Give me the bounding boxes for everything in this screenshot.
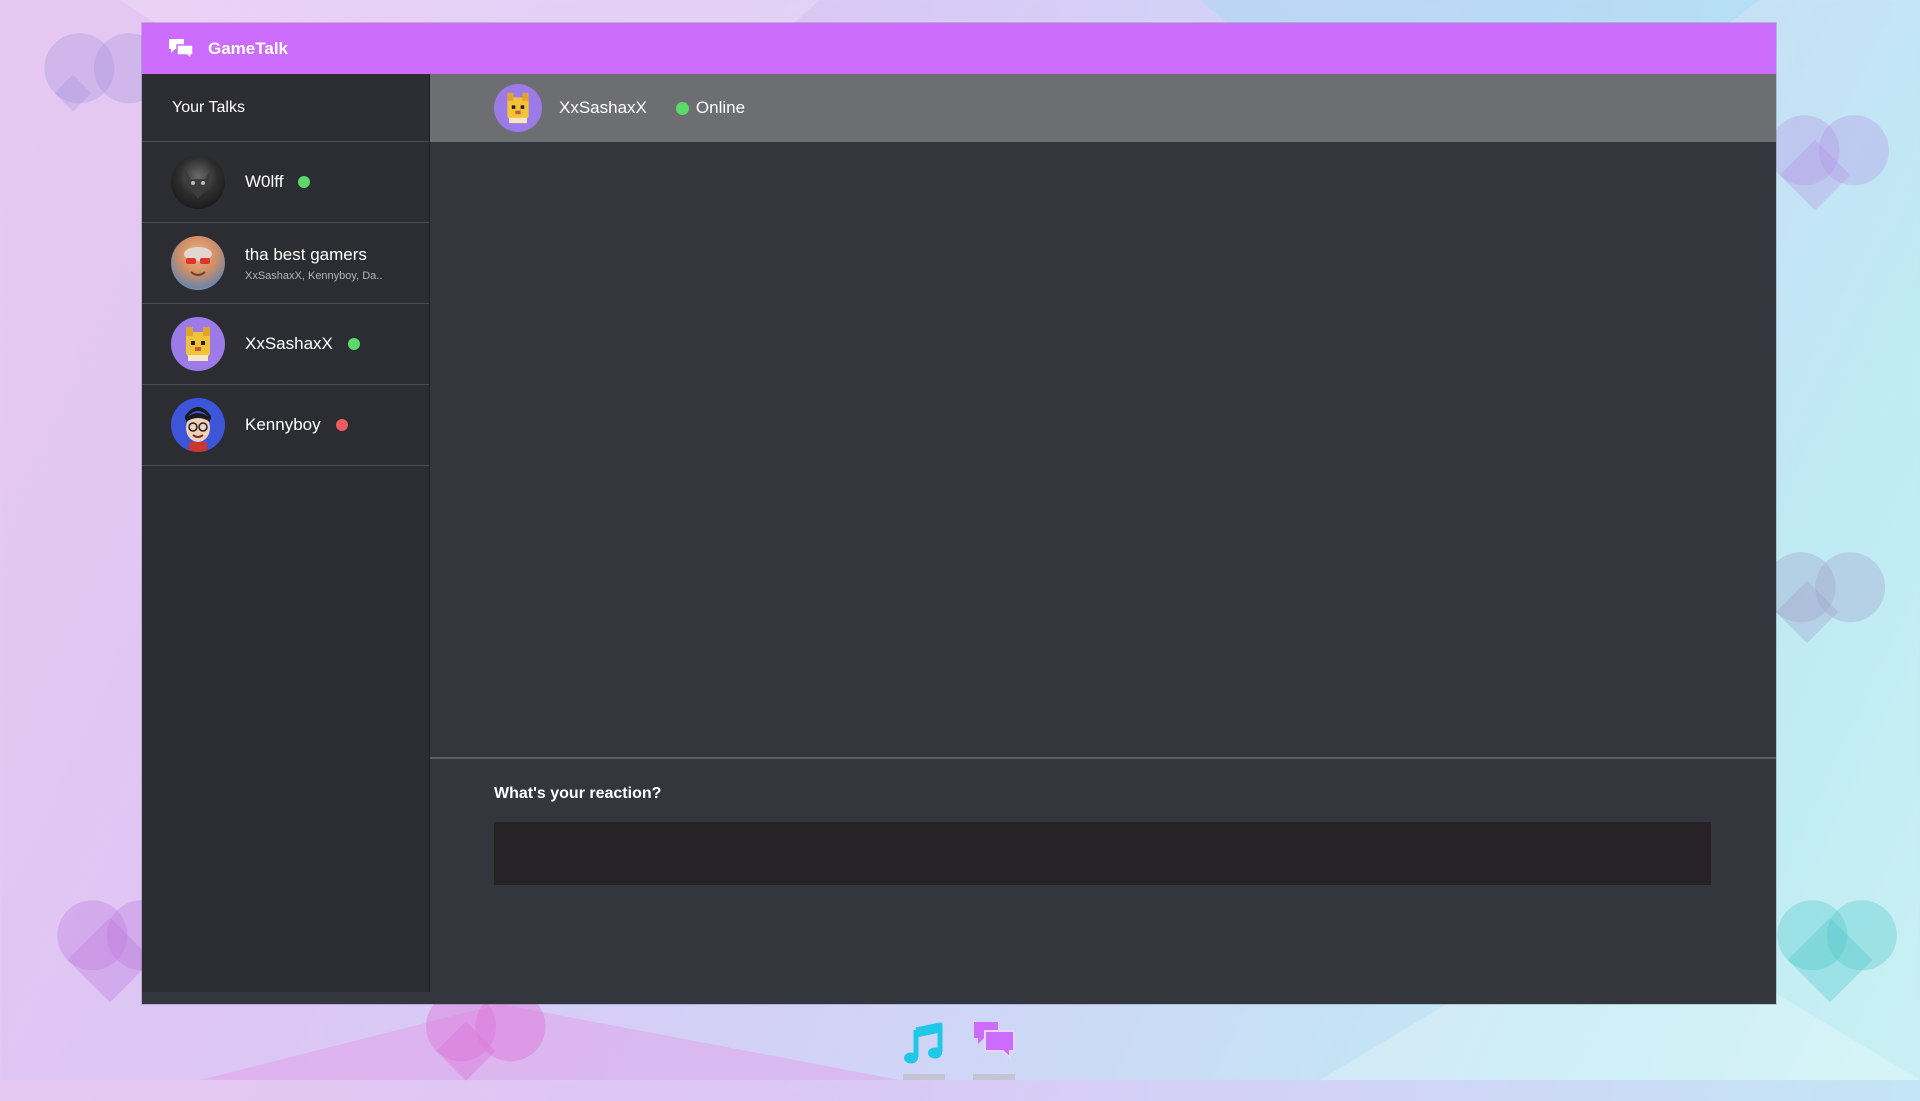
dock-indicator [903, 1074, 945, 1080]
app-title: GameTalk [208, 38, 289, 58]
background-heart-icon [1779, 139, 1851, 211]
talk-item-tha-best-gamers[interactable]: tha best gamers XxSashaxX, Kennyboy, Da.… [142, 223, 429, 304]
message-area [430, 142, 1776, 759]
wolf-avatar [171, 155, 225, 209]
dog-avatar [171, 317, 225, 371]
contact-status: Online [695, 98, 746, 117]
reaction-composer: What's your reaction? [430, 759, 1776, 1004]
talks-sidebar: Your Talks W0lff tha best gamers XxSasha… [142, 74, 430, 992]
reaction-input[interactable] [494, 822, 1711, 885]
composer-label: What's your reaction? [494, 785, 662, 802]
talk-item-xxsashaxx[interactable]: XxSashaxX [142, 304, 429, 385]
chat-header: XxSashaxX Online [430, 74, 1776, 142]
contact-name: XxSashaxX [559, 98, 647, 117]
dock-indicator [973, 1074, 1015, 1080]
chat-bubbles-icon [168, 38, 194, 61]
title-bar: GameTalk [142, 23, 1776, 74]
talk-item-w0lff[interactable]: W0lff [142, 142, 429, 223]
talk-name: W0lff [245, 172, 284, 191]
dog-avatar[interactable] [494, 84, 542, 132]
chat-bubbles-icon[interactable] [972, 1020, 1016, 1064]
talk-item-kennyboy[interactable]: Kennyboy [142, 385, 429, 466]
talk-members: XxSashaxX, Kennyboy, Da.. [245, 269, 383, 282]
group-avatar [171, 236, 225, 290]
cartoon-boy-avatar [171, 398, 225, 452]
offline-status-dot [335, 419, 348, 431]
background-heart-icon [1787, 917, 1873, 1003]
sidebar-header: Your Talks [142, 74, 429, 142]
talk-name: tha best gamers [245, 244, 367, 264]
talk-name: XxSashaxX [245, 334, 333, 353]
online-status-dot [347, 338, 360, 350]
talk-name: Kennyboy [245, 415, 321, 434]
music-note-icon[interactable] [902, 1022, 946, 1066]
background-heart-icon [1775, 580, 1839, 644]
background-heart-icon [67, 917, 153, 1003]
online-status-dot [298, 176, 311, 188]
online-status-dot [675, 101, 689, 115]
background-heart-icon [436, 1021, 496, 1081]
background-heart-icon [54, 74, 92, 112]
background-triangle [200, 1004, 900, 1080]
gametalk-window: GameTalk Your Talks W0lff tha best gamer… [142, 23, 1776, 1004]
